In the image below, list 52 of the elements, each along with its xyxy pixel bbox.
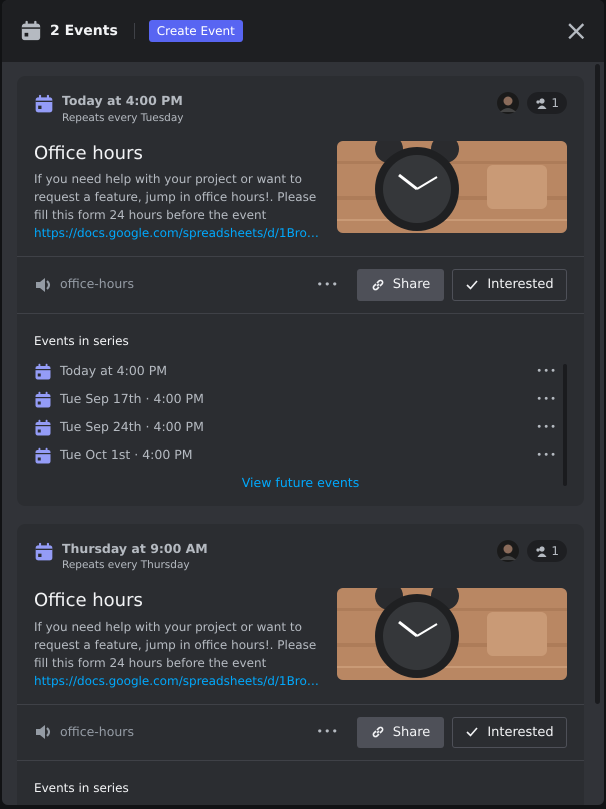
stage-channel-icon [34,276,52,294]
more-button[interactable]: ••• [536,448,557,464]
avatar [497,92,520,114]
interested-button[interactable]: Interested [452,716,567,748]
event-time: Today at 4:00 PM [62,92,184,110]
event-link[interactable]: https://docs.google.com/spreadsheets/d/1Bro… [34,226,319,240]
repeat-text: Repeats every Thursday [62,558,191,574]
channel-name: office-hours [60,275,134,294]
series-date: Tue Sep 24th · 4:00 PM [60,418,204,436]
calendar-icon [34,542,54,562]
more-button[interactable]: ••• [536,392,557,408]
calendar-icon [34,418,52,437]
event-time: Thursday at 9:00 AM [62,540,208,558]
people-icon [535,544,548,557]
calendar-icon [34,362,52,381]
event-title: Office hours [34,142,144,164]
series-date: Tue Oct 1st · 4:00 PM [60,446,193,464]
share-button[interactable]: Share [357,716,444,748]
view-future-events-link[interactable]: View future events [242,474,360,492]
close-button[interactable]: × [564,17,588,45]
people-icon [535,97,548,109]
series-heading: Events in series [34,332,130,350]
more-button[interactable]: ••• [536,420,557,436]
calendar-icon [34,446,52,465]
series-heading: Events in series [34,780,130,798]
event-description: If you need help with your project or want to request a feature, jump in office hours!. Please fill this form 24 hours before the event https://docs.google.com/spreadsheets/d/1Bro… [34,618,320,690]
count-text: 1 [551,95,559,112]
link-icon [370,278,385,292]
calendar-icon [34,390,52,409]
modal-title: 2 Events [50,22,118,40]
more-button[interactable]: ••• [536,364,557,380]
check-icon [465,278,480,292]
series-date: Today at 4:00 PM [60,362,168,380]
avatar [497,540,520,562]
more-button[interactable]: ••• [310,276,345,294]
event-link[interactable]: https://docs.google.com/spreadsheets/d/1Bro… [34,674,319,688]
create-event-button[interactable]: Create Event [148,20,243,42]
calendar-icon [34,94,54,114]
share-button[interactable]: Share [357,269,444,301]
channel-name: office-hours [60,723,134,742]
more-button[interactable]: ••• [310,724,345,741]
interested-button[interactable]: Interested [452,269,567,301]
series-date: Tue Sep 17th · 4:00 PM [60,390,204,408]
repeat-text: Repeats every Tuesday [62,110,184,126]
link-icon [370,725,385,740]
stage-channel-icon [34,723,52,742]
event-description: If you need help with your project or want to request a feature, jump in office hours!. Please fill this form 24 hours before the event https://docs.google.com/spreadsheets/d/1Bro… [34,171,320,242]
calendar-icon [20,20,42,42]
scrollbar[interactable] [595,64,600,704]
event-title: Office hours [34,590,144,612]
count-text: 1 [551,542,559,560]
check-icon [465,725,480,740]
